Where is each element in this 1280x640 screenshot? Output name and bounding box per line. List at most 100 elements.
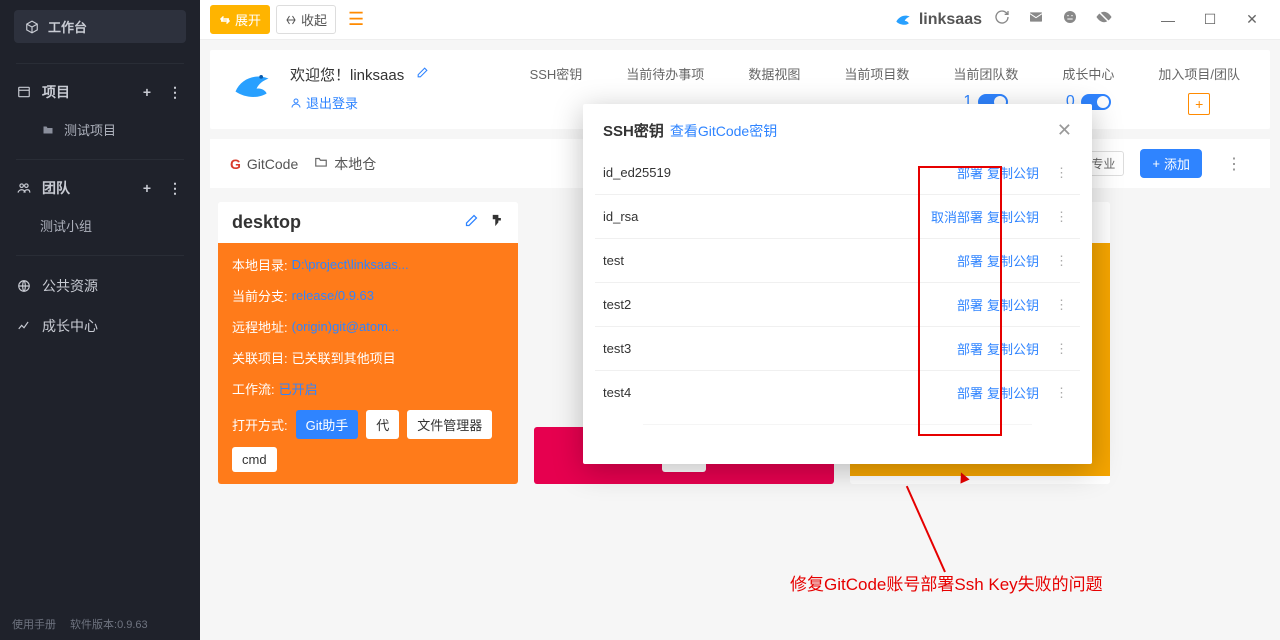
key-more-icon[interactable]: ⋮ [1051, 209, 1072, 225]
project-menu-icon[interactable]: ⋮ [166, 84, 184, 101]
version-label: 软件版本: [70, 619, 117, 631]
copy-action[interactable]: 复制公钥 [987, 163, 1039, 182]
repo-card-desktop: desktop 本地目录:D:\project\linksaas... 当前分支… [218, 202, 518, 484]
copy-action[interactable]: 复制公钥 [987, 207, 1039, 226]
menu-icon[interactable]: ☰ [348, 9, 364, 30]
annotation-text: 修复GitCode账号部署Ssh Key失败的问题 [790, 570, 1103, 595]
sidebar-footer: 使用手册 软件版本:0.9.63 [0, 608, 200, 640]
tab-gitcode[interactable]: G GitCode [230, 156, 298, 172]
window-close[interactable]: ✕ [1234, 6, 1270, 34]
ssh-key-name: id_ed25519 [603, 165, 671, 180]
chip-git-assist[interactable]: Git助手 [296, 410, 359, 439]
chip-code[interactable]: 代 [366, 410, 399, 439]
plus-icon: + [1152, 156, 1160, 171]
copy-action[interactable]: 复制公钥 [987, 295, 1039, 314]
toolbar-more-icon[interactable]: ⋮ [1218, 154, 1250, 174]
card-branch[interactable]: release/0.9.63 [292, 288, 374, 303]
deploy-action[interactable]: 部署 [957, 295, 983, 314]
eye-off-icon[interactable] [1090, 8, 1118, 31]
key-more-icon[interactable]: ⋮ [1051, 165, 1072, 181]
modal-title: SSH密钥 [603, 120, 664, 141]
card-link: 已关联到其他项目 [292, 348, 396, 367]
ssh-key-name: test3 [603, 341, 631, 356]
copy-action[interactable]: 复制公钥 [987, 339, 1039, 358]
stat-ssh[interactable]: SSH密钥 [530, 64, 583, 115]
annotation-arrow [918, 478, 972, 572]
ssh-key-name: id_rsa [603, 209, 638, 224]
card-path[interactable]: D:\project\linksaas... [292, 257, 409, 272]
sidebar-project[interactable]: 项目 + ⋮ [0, 74, 200, 110]
card-paint-icon[interactable] [489, 213, 504, 232]
face-icon[interactable] [1056, 9, 1084, 30]
deploy-action[interactable]: 部署 [957, 339, 983, 358]
open-label: 打开方式: [232, 415, 288, 434]
copy-action[interactable]: 复制公钥 [987, 251, 1039, 270]
ssh-key-row: test3 部署复制公钥 ⋮ [595, 327, 1080, 371]
card-workflow[interactable]: 已开启 [279, 379, 318, 398]
expand-label: 展开 [235, 10, 261, 29]
sidebar-team[interactable]: 团队 + ⋮ [0, 170, 200, 206]
deploy-action[interactable]: 部署 [957, 383, 983, 402]
ssh-key-row: test2 部署复制公钥 ⋮ [595, 283, 1080, 327]
deploy-action[interactable]: 部署 [957, 163, 983, 182]
sidebar-project-label: 项目 [42, 82, 70, 102]
titlebar: 展开 收起 ☰ linksaas [200, 0, 1280, 40]
ssh-key-row: test4部署复制公钥⋮ [595, 371, 1080, 414]
manual-link[interactable]: 使用手册 [12, 616, 56, 632]
gitcode-label: GitCode [247, 156, 298, 172]
team-add-icon[interactable]: + [138, 180, 156, 196]
greet-text: 欢迎您！linksaas [290, 64, 404, 85]
sidebar-project-item[interactable]: 测试项目 [0, 110, 200, 149]
key-more-icon[interactable]: ⋮ [1051, 297, 1072, 313]
main: 展开 收起 ☰ linksaas [200, 0, 1280, 640]
key-more-icon[interactable]: ⋮ [1051, 253, 1072, 269]
expand-button[interactable]: 展开 [210, 5, 270, 34]
modal-close-icon[interactable]: ✕ [1057, 120, 1072, 141]
sidebar: 工作台 项目 + ⋮ 测试项目 团队 + ⋮ [0, 0, 200, 640]
cube-icon [24, 19, 40, 35]
sidebar-growth-label: 成长中心 [42, 316, 98, 336]
ssh-key-name: test2 [603, 297, 631, 312]
chip-file-manager[interactable]: 文件管理器 [407, 410, 492, 439]
tab-localrepo[interactable]: 本地仓 [314, 154, 376, 174]
add-label: 添加 [1164, 154, 1190, 173]
card-title: desktop [232, 212, 301, 233]
add-button[interactable]: + 添加 [1140, 149, 1202, 178]
chart-icon [16, 318, 32, 334]
folder-outline-icon [314, 155, 328, 172]
version-value: 0.9.63 [117, 619, 148, 631]
sidebar-growth[interactable]: 成长中心 [0, 306, 200, 346]
sidebar-workbench-label: 工作台 [48, 17, 87, 36]
card-edit-icon[interactable] [464, 213, 479, 232]
project-add-icon[interactable]: + [138, 84, 156, 100]
key-more-icon[interactable]: ⋮ [1051, 341, 1072, 357]
localrepo-label: 本地仓 [334, 154, 376, 174]
edit-name-icon[interactable] [416, 66, 429, 83]
sidebar-team-item[interactable]: 测试小组 [0, 206, 200, 245]
card-remote[interactable]: (origin)git@atom... [292, 319, 399, 334]
logout-button[interactable]: 退出登录 [290, 93, 358, 112]
folder-icon [40, 122, 56, 138]
window-minimize[interactable]: — [1150, 6, 1186, 34]
copy-action[interactable]: 复制公钥 [987, 383, 1039, 402]
join-plus-button[interactable]: + [1188, 93, 1210, 115]
sidebar-team-label: 团队 [42, 178, 70, 198]
window-icon [16, 84, 32, 100]
team-icon [16, 180, 32, 196]
deploy-action[interactable]: 取消部署 [931, 207, 983, 226]
chip-cmd[interactable]: cmd [232, 447, 277, 472]
refresh-icon[interactable] [988, 9, 1016, 30]
window-maximize[interactable]: ☐ [1192, 6, 1228, 34]
stat-join: 加入项目/团队 + [1158, 64, 1240, 115]
team-menu-icon[interactable]: ⋮ [166, 180, 184, 197]
collapse-button[interactable]: 收起 [276, 5, 336, 34]
sidebar-workbench[interactable]: 工作台 [14, 10, 186, 43]
modal-link[interactable]: 查看GitCode密钥 [670, 121, 777, 141]
sidebar-team-item-label: 测试小组 [40, 216, 92, 235]
deploy-action[interactable]: 部署 [957, 251, 983, 270]
sidebar-project-item-label: 测试项目 [64, 120, 116, 139]
key-more-icon[interactable]: ⋮ [1051, 385, 1072, 401]
mail-icon[interactable] [1022, 9, 1050, 30]
sidebar-public-res[interactable]: 公共资源 [0, 266, 200, 306]
globe-icon [16, 278, 32, 294]
